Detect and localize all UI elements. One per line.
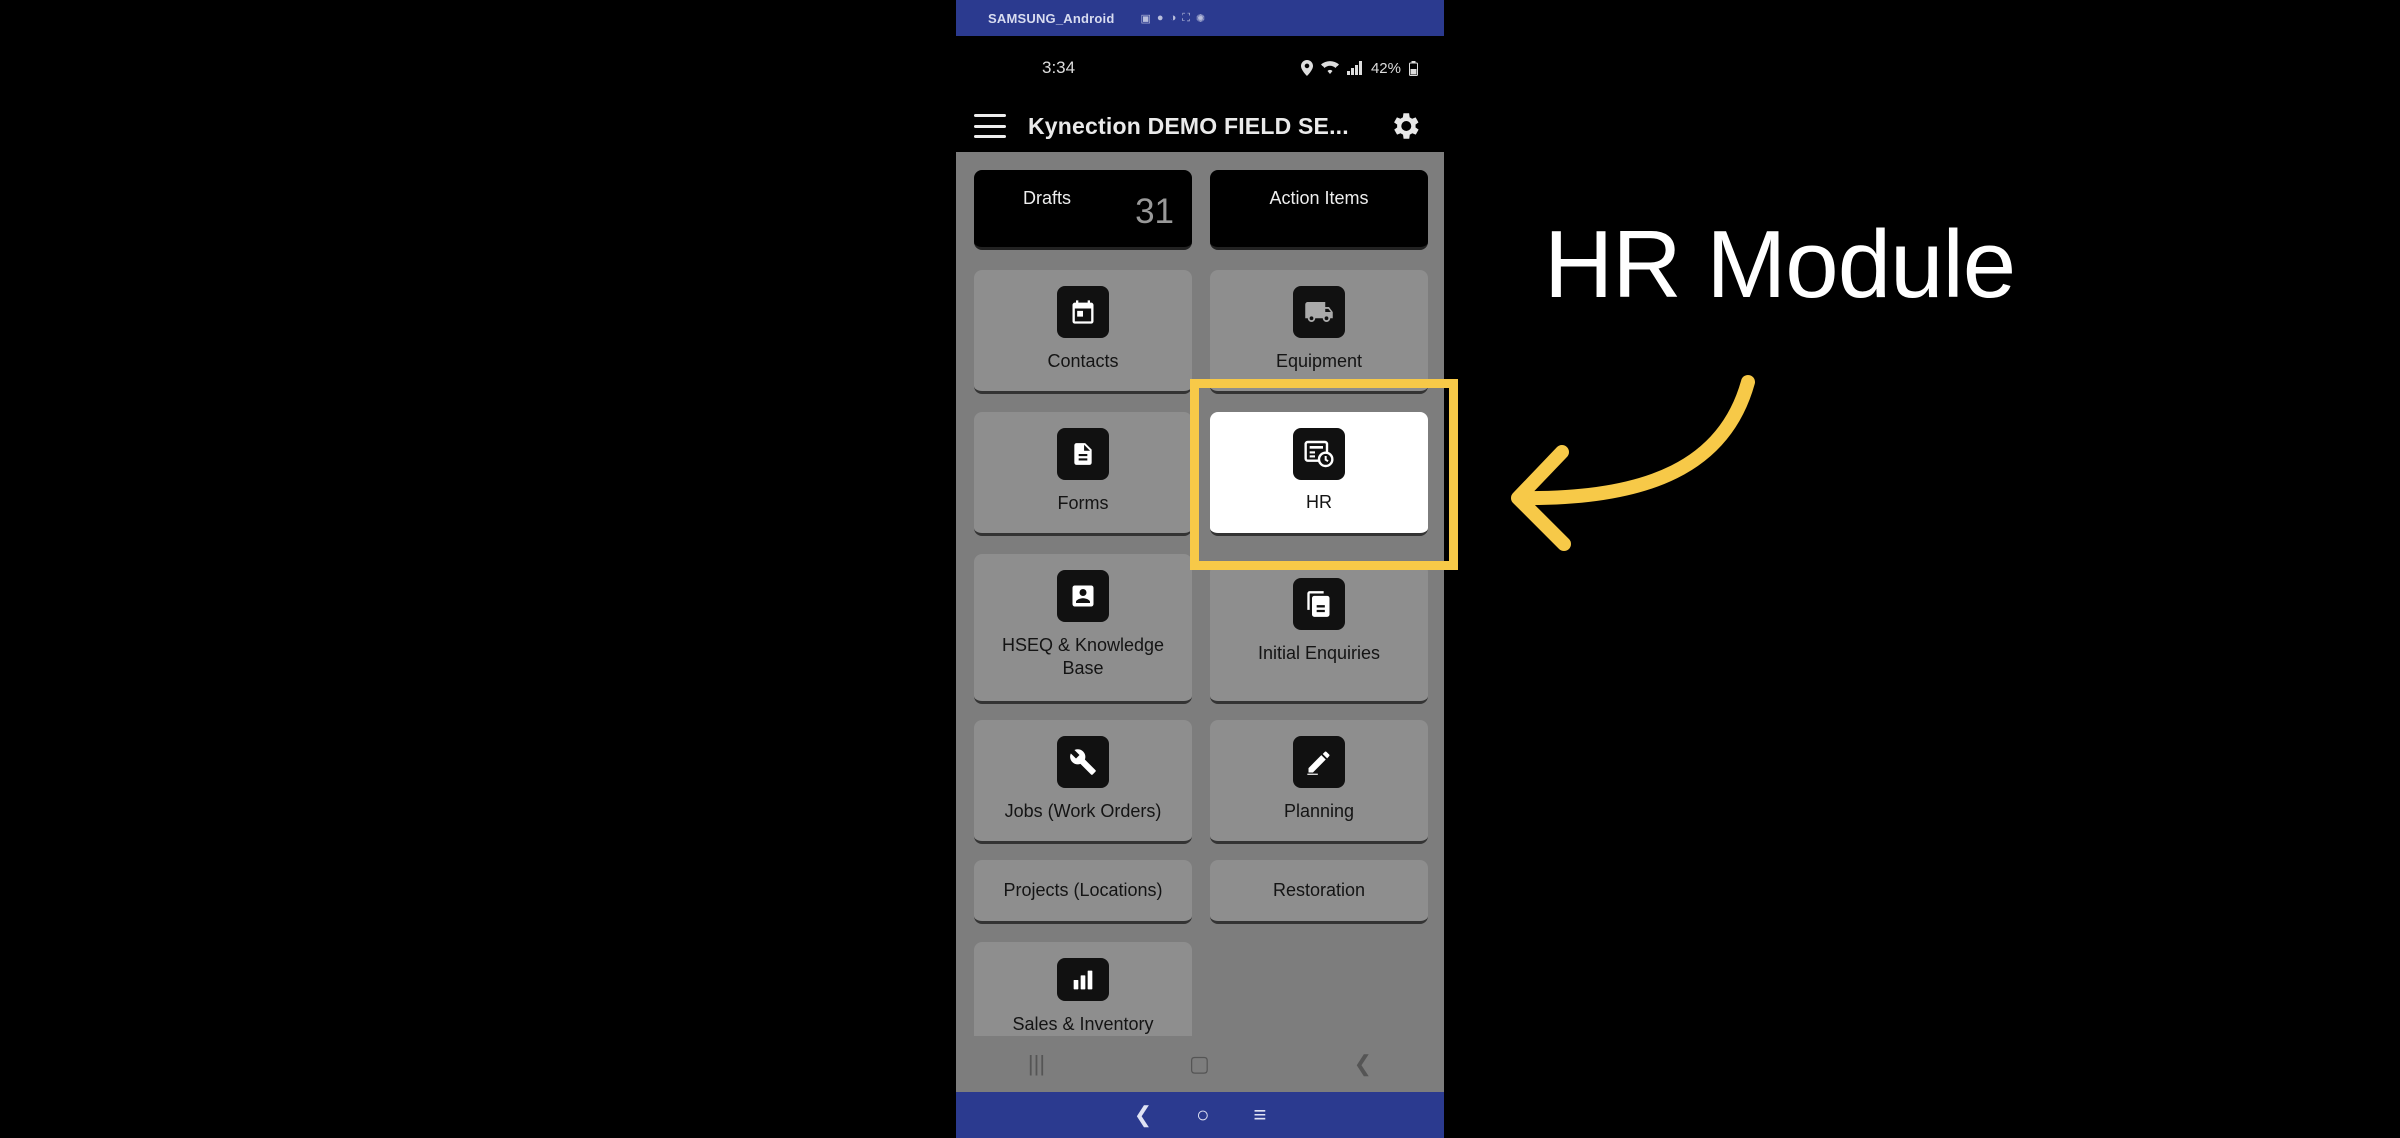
signal-icon (1346, 61, 1362, 75)
tile-label: Projects (Locations) (1003, 880, 1163, 900)
truck-icon (1293, 286, 1345, 338)
tile-sales[interactable]: Sales & Inventory (974, 942, 1192, 1036)
drafts-count: 31 (1135, 192, 1174, 231)
back-icon[interactable]: ❮ (1354, 1051, 1372, 1077)
tile-equipment[interactable]: Equipment (1210, 270, 1428, 394)
tile-planning[interactable]: Planning (1210, 720, 1428, 844)
hamburger-menu-icon[interactable] (974, 114, 1006, 138)
tile-label: Planning (1283, 801, 1355, 821)
tile-hseq[interactable]: HSEQ & Knowledge Base (974, 554, 1192, 704)
bar-chart-icon (1057, 958, 1109, 1001)
mirror-home-icon[interactable]: ○ (1196, 1102, 1209, 1128)
record-icon[interactable]: ● (1157, 12, 1164, 25)
action-items-counter[interactable]: Action Items (1210, 170, 1428, 250)
battery-icon (1409, 60, 1418, 76)
mirror-title-bar: SAMSUNG_Android ▣ ● ◑ ⛶ ✺ (956, 0, 1444, 36)
tile-label: Restoration (1272, 880, 1366, 900)
status-time: 3:34 (1042, 58, 1076, 77)
status-indicators: 42% (1300, 59, 1418, 77)
tile-restoration[interactable]: Restoration (1210, 860, 1428, 924)
module-grid: Drafts 31 Action Items Contacts Equipmen… (956, 152, 1444, 1036)
tile-label: Initial Enquiries (1257, 643, 1381, 663)
wifi-icon (1320, 61, 1339, 74)
calendar-icon (1057, 286, 1109, 338)
settings-small-icon[interactable]: ✺ (1196, 12, 1205, 25)
highlight-box (1190, 379, 1458, 570)
copy-documents-icon (1293, 578, 1345, 630)
app-title: Kynection DEMO FIELD SE... (1028, 112, 1349, 139)
device-name: SAMSUNG_Android (988, 10, 1115, 26)
tile-contacts[interactable]: Contacts (974, 270, 1192, 394)
status-bar: 3:34 42% (956, 36, 1444, 100)
mirror-navigation-bar: ❮ ○ ≡ (956, 1092, 1444, 1138)
tile-label: Sales & Inventory (1012, 1014, 1154, 1034)
tile-label: Contacts (1047, 351, 1119, 371)
tile-label: Jobs (Work Orders) (1004, 801, 1162, 821)
document-icon (1057, 428, 1109, 480)
home-icon[interactable]: ▢ (1189, 1051, 1210, 1077)
tile-jobs[interactable]: Jobs (Work Orders) (974, 720, 1192, 844)
recent-apps-icon[interactable]: ||| (1028, 1051, 1045, 1077)
mirror-back-icon[interactable]: ❮ (1134, 1102, 1152, 1128)
wrench-icon (1057, 736, 1109, 788)
drafts-counter[interactable]: Drafts 31 (974, 170, 1192, 250)
drafts-label: Drafts (1022, 188, 1071, 208)
android-navigation-bar: ||| ▢ ❮ (956, 1036, 1444, 1092)
action-items-label: Action Items (1269, 188, 1369, 208)
tile-initial-enquiries[interactable]: Initial Enquiries (1210, 564, 1428, 704)
tile-label: Equipment (1275, 351, 1363, 371)
fullscreen-icon[interactable]: ⛶ (1182, 12, 1190, 25)
location-icon (1300, 60, 1313, 76)
mirror-toolbar-icons: ▣ ● ◑ ⛶ ✺ (1141, 12, 1206, 25)
annotation-title: HR Module (1544, 211, 2016, 318)
mirror-menu-icon[interactable]: ≡ (1253, 1102, 1266, 1128)
contact-card-icon (1057, 570, 1109, 622)
curved-arrow-icon (1511, 375, 1755, 551)
tile-label: Forms (1057, 493, 1109, 513)
screenshot-icon[interactable]: ▣ (1141, 12, 1151, 25)
tile-label: HSEQ & Knowledge Base (1001, 635, 1165, 678)
tile-forms[interactable]: Forms (974, 412, 1192, 536)
battery-level: 42% (1370, 59, 1401, 77)
app-bar: Kynection DEMO FIELD SE... (956, 100, 1444, 152)
tile-projects[interactable]: Projects (Locations) (974, 860, 1192, 924)
pencil-icon (1293, 736, 1345, 788)
headphones-icon[interactable]: ◑ (1170, 12, 1177, 25)
gear-icon[interactable] (1388, 109, 1422, 143)
